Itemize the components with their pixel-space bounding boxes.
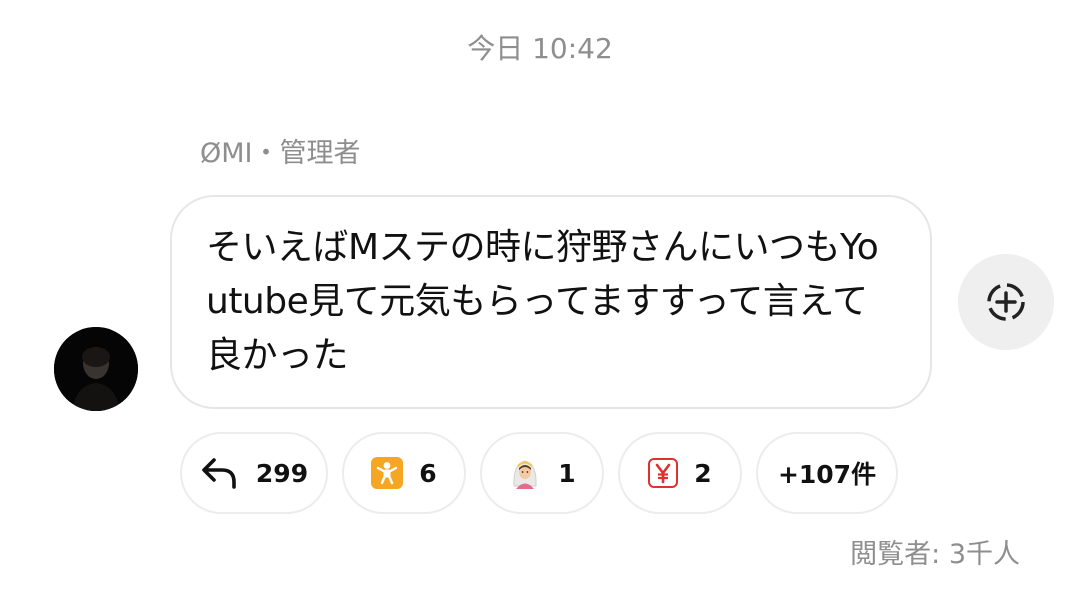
sender-separator: ・ [252, 138, 280, 169]
reaction-count-baby: 6 [419, 458, 437, 488]
viewer-count: 閲覧者: 3千人 [850, 539, 1020, 570]
reply-count: 299 [255, 458, 309, 488]
sender-line: ØMI・管理者 [200, 134, 361, 174]
reply-arrow-icon [200, 456, 240, 490]
reaction-bar: 299 6 1 2 +107件 [180, 432, 898, 514]
reply-chip[interactable]: 299 [180, 432, 328, 514]
message-text: そいえばMステの時に狩野さんにいつもYoutube見て元気もらってますすって言え… [206, 227, 879, 376]
reaction-chip-yen[interactable]: 2 [618, 432, 742, 514]
yen-sign-icon [648, 458, 679, 488]
reaction-chip-bride[interactable]: 1 [480, 432, 604, 514]
add-reaction-icon [987, 283, 1025, 321]
more-reactions-button[interactable]: +107件 [756, 432, 898, 514]
add-reaction-button[interactable] [958, 254, 1054, 350]
bride-with-veil-icon [508, 456, 542, 490]
reaction-chip-baby[interactable]: 6 [342, 432, 466, 514]
sender-role: 管理者 [279, 138, 361, 169]
more-reactions-label: +107件 [777, 460, 877, 489]
sender-name[interactable]: ØMI [200, 138, 253, 169]
reaction-count-bride: 1 [558, 458, 576, 488]
message-bubble[interactable]: そいえばMステの時に狩野さんにいつもYoutube見て元気もらってますすって言え… [170, 195, 932, 409]
baby-symbol-icon [371, 457, 404, 489]
reaction-count-yen: 2 [694, 458, 712, 488]
avatar[interactable] [54, 327, 138, 411]
avatar-photo [54, 327, 138, 411]
timestamp: 今日 10:42 [467, 32, 613, 65]
